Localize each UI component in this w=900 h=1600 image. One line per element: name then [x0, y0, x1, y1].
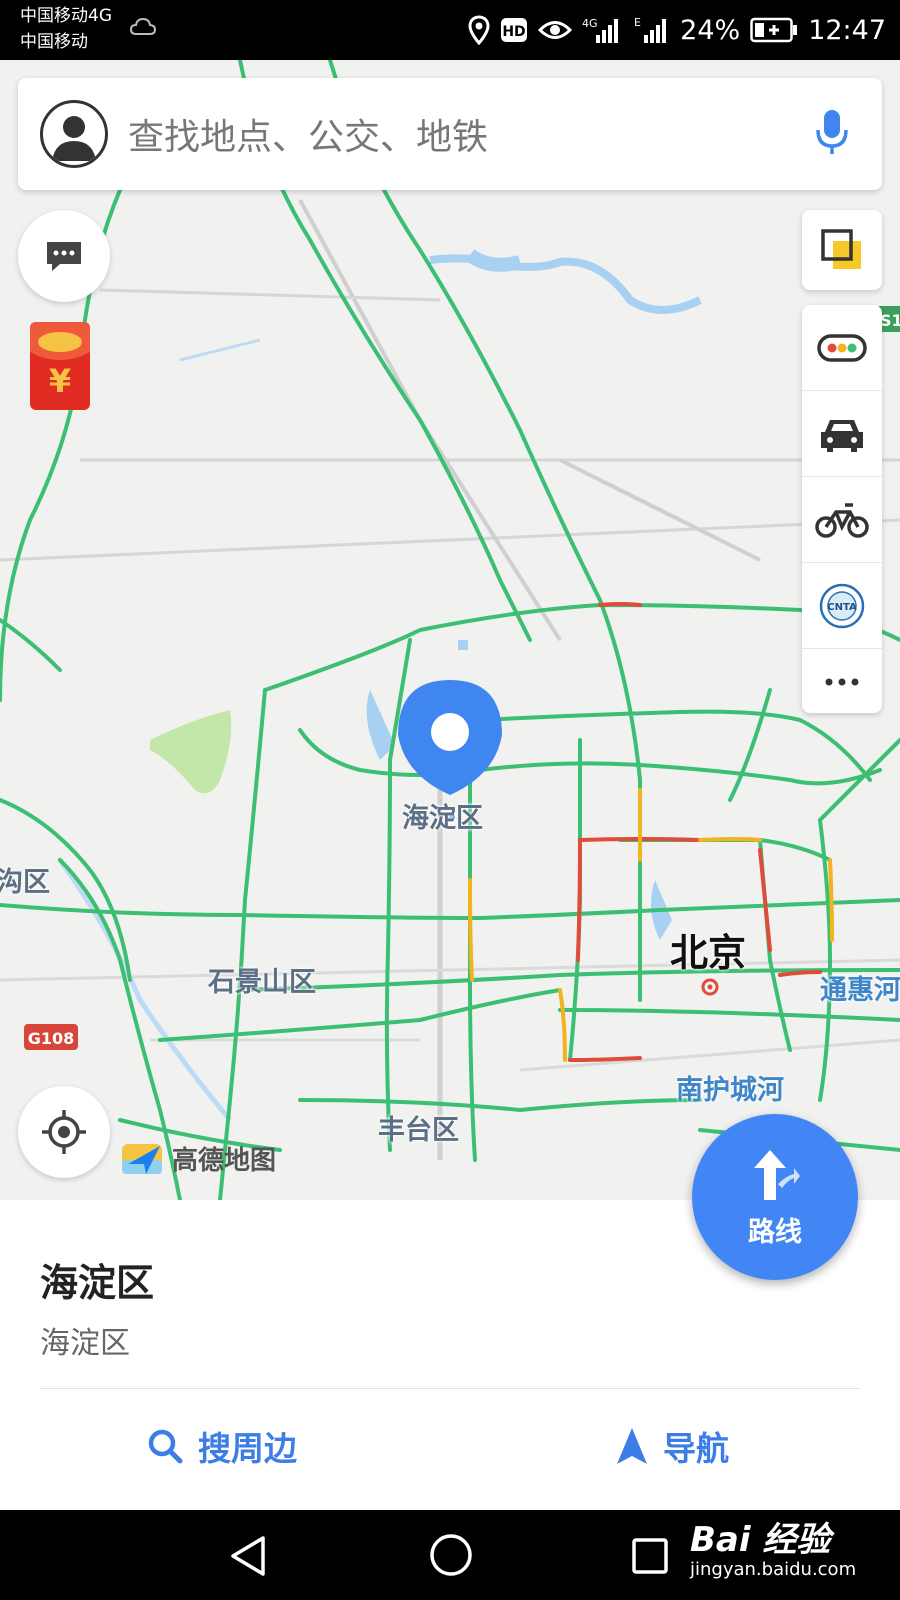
bike-button[interactable] [802, 477, 882, 563]
signal-e-icon: E [634, 16, 667, 43]
more-button[interactable] [802, 649, 882, 715]
carrier-label-secondary: 中国移动 [20, 32, 88, 52]
amap-logo: 高德地图 [120, 1138, 276, 1178]
navigate-label: 导航 [663, 1429, 729, 1468]
watermark-brand: Bai 经验 [690, 1520, 831, 1560]
s1-label: S1 [880, 311, 900, 330]
hd-icon: HD [501, 18, 528, 42]
divider [40, 1388, 860, 1389]
map-label-shijingshan[interactable]: 石景山区 [208, 960, 316, 999]
carrier-label-primary: 中国移动4G [20, 6, 112, 26]
route-button[interactable]: 路线 [692, 1114, 858, 1280]
battery-icon [750, 17, 798, 43]
amap-logo-icon [122, 1144, 162, 1174]
search-nearby-label: 搜周边 [198, 1429, 297, 1468]
home-icon[interactable] [428, 1532, 474, 1578]
cloud-weather-icon [130, 17, 156, 35]
place-title: 海淀区 [40, 1261, 155, 1305]
eye-icon [538, 21, 573, 39]
place-subtitle: 海淀区 [40, 1326, 130, 1361]
layers-icon [821, 229, 861, 269]
map-label-haidian[interactable]: 海淀区 [402, 796, 483, 835]
message-icon [47, 242, 81, 271]
map-label-nanhuchenghe[interactable]: 南护城河 [676, 1068, 784, 1107]
map-view[interactable]: 海淀区 北京 石景山区 丰台区 通惠河 南护城河 沟区 G108 S1 高德地图 [0, 60, 900, 1200]
location-icon [468, 15, 490, 45]
signal-4g-icon: 4G [582, 17, 619, 43]
locate-icon [42, 1110, 86, 1154]
status-bar: 中国移动4G 中国移动 HD 4G E 24% 12:47 [0, 0, 900, 60]
g108-label: G108 [27, 1029, 75, 1048]
search-icon [148, 1429, 183, 1464]
map-label-fengtai[interactable]: 丰台区 [378, 1108, 459, 1147]
locate-button[interactable] [18, 1086, 110, 1178]
clock: 12:47 [808, 14, 886, 46]
watermark-url: jingyan.baidu.com [690, 1559, 857, 1580]
search-input[interactable]: 查找地点、公交、地铁 [128, 108, 488, 160]
back-icon[interactable] [228, 1534, 268, 1578]
more-icon [825, 678, 859, 686]
svg-text:HD: HD [503, 24, 526, 40]
svg-text:CNTA: CNTA [827, 602, 857, 613]
map-label-beijing[interactable]: 北京 [670, 922, 746, 977]
taxi-icon [821, 419, 863, 452]
amap-logo-text: 高德地图 [172, 1145, 277, 1176]
system-nav-bar: Bai 经验 jingyan.baidu.com [0, 1510, 900, 1600]
map-label-tonghuihe[interactable]: 通惠河 [820, 968, 900, 1007]
bicycle-icon [815, 502, 869, 538]
map-toolbar: CNTA [802, 305, 882, 713]
map-label-partial-district[interactable]: 沟区 [0, 860, 50, 899]
layers-button[interactable] [802, 210, 882, 290]
svg-text:¥: ¥ [49, 362, 71, 400]
cnta-button[interactable]: CNTA [802, 563, 882, 649]
route-arrow-icon [754, 1150, 800, 1200]
navigate-button[interactable]: 导航 [615, 1422, 729, 1470]
svg-text:4G: 4G [582, 17, 598, 30]
taxi-button[interactable] [802, 391, 882, 477]
cnta-icon: CNTA [819, 583, 865, 628]
red-envelope-icon[interactable]: ¥ [30, 322, 90, 410]
route-label: 路线 [748, 1217, 802, 1248]
avatar-icon[interactable] [40, 100, 108, 168]
traffic-button[interactable] [802, 305, 882, 391]
navigation-arrow-icon [617, 1428, 647, 1464]
traffic-light-icon [817, 333, 867, 362]
microphone-icon[interactable] [814, 108, 850, 156]
battery-percent: 24% [680, 14, 741, 46]
message-button[interactable] [18, 210, 110, 302]
search-bar[interactable]: 查找地点、公交、地铁 [18, 78, 882, 190]
baidu-jingyan-watermark: Bai 经验 jingyan.baidu.com [690, 1512, 856, 1580]
map-canvas[interactable] [0, 60, 900, 1200]
svg-text:E: E [634, 16, 641, 29]
search-nearby-button[interactable]: 搜周边 [146, 1422, 297, 1470]
recent-apps-icon[interactable] [630, 1536, 670, 1576]
